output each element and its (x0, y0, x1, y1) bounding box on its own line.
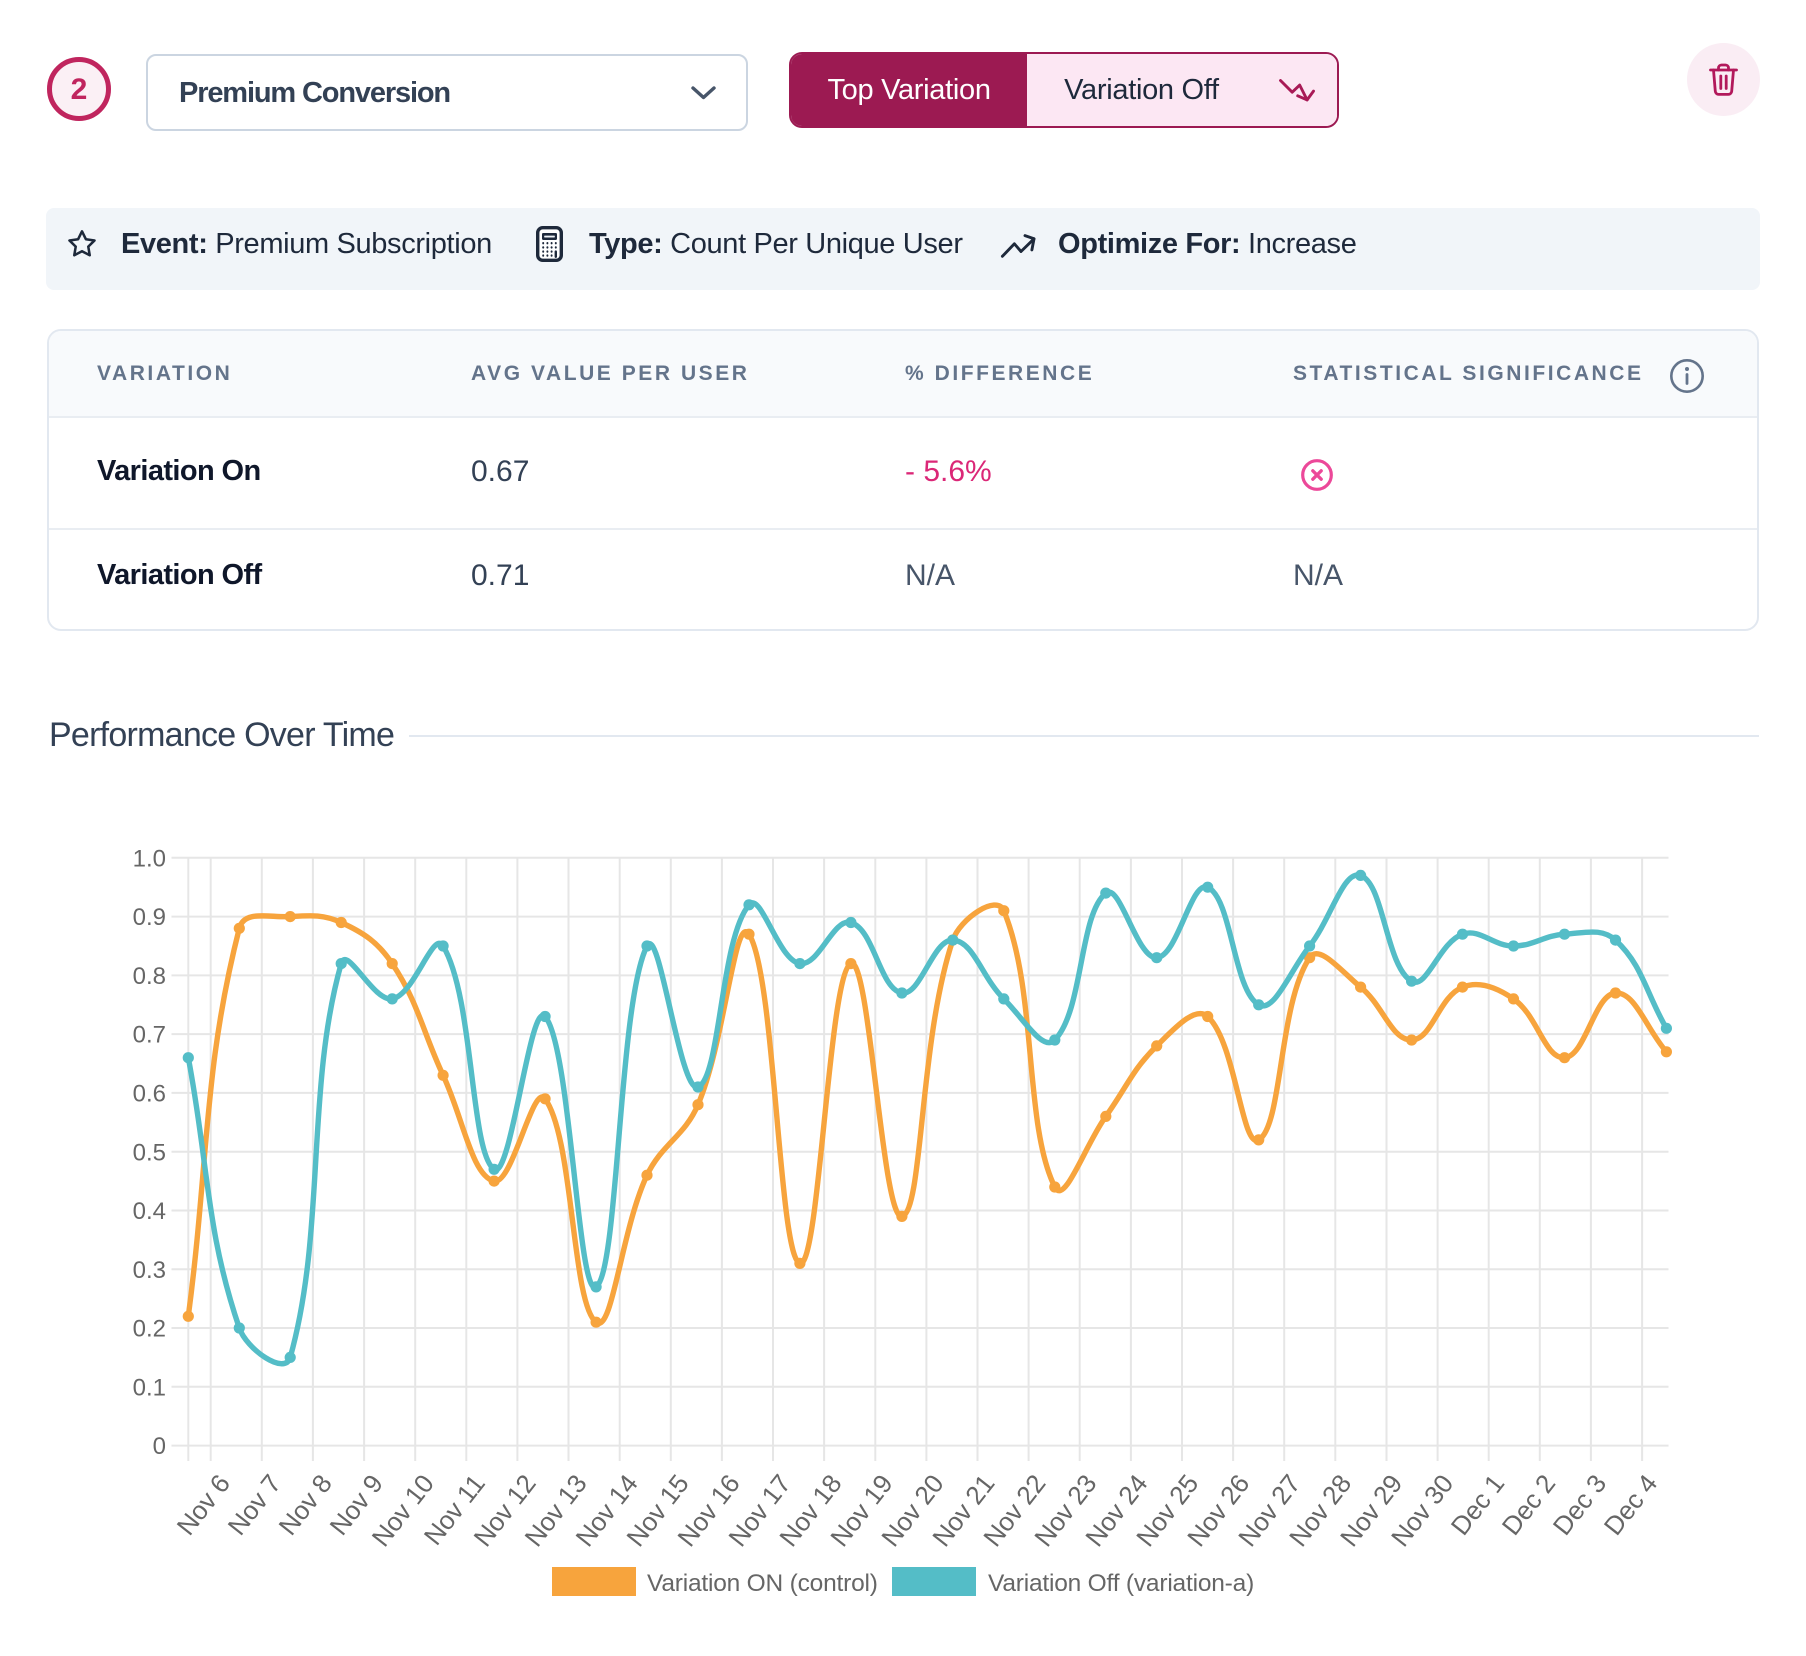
svg-text:Nov 6: Nov 6 (171, 1469, 236, 1541)
svg-text:0.9: 0.9 (133, 904, 166, 931)
svg-text:0: 0 (153, 1433, 166, 1460)
svg-text:0.3: 0.3 (133, 1257, 166, 1284)
svg-text:Dec 4: Dec 4 (1598, 1469, 1663, 1541)
svg-text:1.0: 1.0 (133, 845, 166, 872)
svg-text:Variation Off (variation-a): Variation Off (variation-a) (988, 1570, 1254, 1597)
svg-text:Nov 8: Nov 8 (272, 1469, 337, 1541)
svg-text:Dec 3: Dec 3 (1547, 1469, 1612, 1541)
svg-text:0.6: 0.6 (133, 1081, 166, 1108)
svg-text:0.4: 0.4 (133, 1198, 166, 1225)
svg-text:Nov 7: Nov 7 (222, 1469, 287, 1541)
svg-text:Variation ON (control): Variation ON (control) (647, 1570, 878, 1597)
svg-text:0.5: 0.5 (133, 1139, 166, 1166)
svg-text:0.1: 0.1 (133, 1374, 166, 1401)
svg-text:0.8: 0.8 (133, 963, 166, 990)
svg-text:0.7: 0.7 (133, 1022, 166, 1049)
svg-text:Dec 2: Dec 2 (1496, 1469, 1561, 1541)
svg-text:Dec 1: Dec 1 (1445, 1469, 1510, 1541)
svg-text:0.2: 0.2 (133, 1316, 166, 1343)
